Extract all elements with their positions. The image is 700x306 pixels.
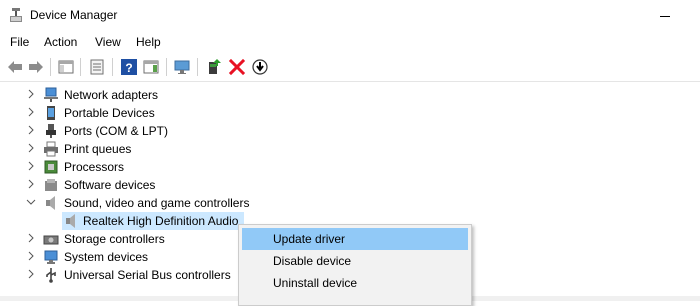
- tree-item-label: Universal Serial Bus controllers: [64, 268, 231, 282]
- title-bar: Device Manager: [0, 0, 700, 32]
- tree-item-label: Ports (COM & LPT): [64, 124, 169, 138]
- menu-file[interactable]: File: [10, 35, 29, 49]
- tree-item-label: Portable Devices: [64, 106, 155, 120]
- menu-help[interactable]: Help: [136, 35, 161, 49]
- uninstall-icon[interactable]: [228, 58, 246, 76]
- tree-item-label: Print queues: [64, 142, 132, 156]
- chevron-right-icon[interactable]: [26, 143, 36, 153]
- disable-device-icon[interactable]: [251, 58, 269, 76]
- toolbar-separator: [166, 58, 167, 76]
- tree-item-network-adapters[interactable]: Network adapters: [0, 86, 700, 104]
- toolbar-separator: [50, 58, 51, 76]
- chevron-right-icon[interactable]: [26, 269, 36, 279]
- menu-action[interactable]: Action: [44, 35, 77, 49]
- toolbar-separator: [197, 58, 198, 76]
- chevron-right-icon[interactable]: [26, 89, 36, 99]
- menu-item-uninstall-device[interactable]: Uninstall device: [242, 272, 468, 294]
- menu-view[interactable]: View: [95, 35, 121, 49]
- system-device-icon: [44, 250, 58, 264]
- speaker-icon: [46, 196, 55, 210]
- storage-icon: [43, 235, 59, 245]
- tree-item-print-queues[interactable]: Print queues: [0, 140, 700, 158]
- software-device-icon: [45, 179, 57, 191]
- usb-icon: [46, 268, 56, 283]
- tree-item-processors[interactable]: Processors: [0, 158, 700, 176]
- port-icon: [46, 124, 56, 138]
- tree-item-label: Software devices: [64, 178, 156, 192]
- tree-item-label: Network adapters: [64, 88, 159, 102]
- menu-bar: File Action View Help: [0, 31, 700, 53]
- tree-item-software-devices[interactable]: Software devices: [0, 176, 700, 194]
- chevron-right-icon[interactable]: [26, 251, 36, 261]
- show-hide-console-tree-icon[interactable]: [57, 58, 75, 76]
- chevron-down-icon[interactable]: [26, 197, 36, 207]
- device-manager-icon: [10, 8, 22, 22]
- tree-item-label: System devices: [64, 250, 149, 264]
- tree-item-label: Processors: [64, 160, 125, 174]
- window-title: Device Manager: [30, 8, 118, 22]
- menu-item-label: Disable device: [273, 254, 352, 268]
- help-icon[interactable]: ?: [120, 58, 138, 76]
- toolbar: ?: [0, 53, 700, 82]
- forward-icon[interactable]: [27, 58, 45, 76]
- toolbar-separator: [112, 58, 113, 76]
- toolbar-separator: [80, 58, 81, 76]
- tree-item-portable-devices[interactable]: Portable Devices: [0, 104, 700, 122]
- audio-device-icon: [66, 214, 75, 228]
- portable-device-icon: [47, 106, 55, 120]
- action-pane-icon[interactable]: [142, 58, 160, 76]
- back-icon[interactable]: [6, 58, 24, 76]
- chevron-right-icon[interactable]: [26, 233, 36, 243]
- menu-item-label: Uninstall device: [273, 276, 358, 290]
- tree-item-label: Realtek High Definition Audio: [83, 214, 239, 228]
- scan-hardware-icon[interactable]: [173, 58, 191, 76]
- menu-item-label: Update driver: [273, 232, 346, 246]
- network-adapter-icon: [44, 87, 58, 102]
- context-menu: Update driver Disable device Uninstall d…: [238, 224, 472, 306]
- printer-icon: [44, 141, 58, 157]
- processor-icon: [44, 160, 58, 174]
- tree-item-ports[interactable]: Ports (COM & LPT): [0, 122, 700, 140]
- tree-item-label: Sound, video and game controllers: [64, 196, 250, 210]
- menu-item-update-driver[interactable]: Update driver: [242, 228, 468, 250]
- svg-text:?: ?: [125, 61, 132, 75]
- tree-item-label: Storage controllers: [64, 232, 165, 246]
- chevron-right-icon[interactable]: [26, 161, 36, 171]
- update-driver-icon[interactable]: [205, 58, 223, 76]
- minimize-icon: [660, 16, 670, 17]
- menu-item-disable-device[interactable]: Disable device: [242, 250, 468, 272]
- properties-icon[interactable]: [88, 58, 106, 76]
- tree-item-sound-video-game-controllers[interactable]: Sound, video and game controllers: [0, 194, 700, 212]
- chevron-right-icon[interactable]: [26, 179, 36, 189]
- minimize-button[interactable]: [642, 0, 688, 31]
- chevron-right-icon[interactable]: [26, 107, 36, 117]
- chevron-right-icon[interactable]: [26, 125, 36, 135]
